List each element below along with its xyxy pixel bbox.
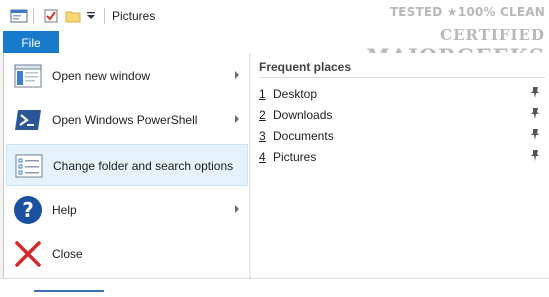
folder-options-icon bbox=[13, 150, 45, 182]
submenu-arrow-icon bbox=[235, 115, 239, 123]
properties-icon[interactable] bbox=[10, 7, 28, 25]
frequent-places-divider bbox=[259, 77, 545, 78]
checkbox-icon[interactable] bbox=[42, 7, 60, 25]
menu-item-close[interactable]: Close bbox=[6, 233, 248, 275]
file-menu-commands: Open new window Open Windows PowerShell bbox=[4, 53, 250, 278]
frequent-place-number: 4 bbox=[259, 150, 266, 164]
powershell-icon bbox=[12, 104, 44, 136]
new-window-icon bbox=[12, 60, 44, 92]
menu-item-change-folder-options[interactable]: Change folder and search options bbox=[6, 144, 248, 186]
frequent-place-number: 1 bbox=[259, 87, 266, 101]
frequent-place-number: 2 bbox=[259, 108, 266, 122]
frequent-place-item[interactable]: 2 Downloads bbox=[259, 105, 543, 125]
menu-item-label: Open new window bbox=[52, 69, 151, 83]
customize-qat-icon[interactable] bbox=[84, 7, 98, 25]
file-tab[interactable]: File bbox=[3, 31, 59, 54]
pin-icon[interactable] bbox=[529, 149, 541, 163]
frequent-places-panel: Frequent places 1 Desktop 2 Downloads 3 … bbox=[251, 53, 549, 278]
title-bar: Pictures bbox=[0, 0, 549, 32]
window-title: Pictures bbox=[112, 9, 156, 23]
frequent-place-name: Documents bbox=[273, 129, 334, 143]
frequent-place-item[interactable]: 3 Documents bbox=[259, 126, 543, 146]
frequent-place-name: Pictures bbox=[273, 150, 317, 164]
menu-item-label: Change folder and search options bbox=[53, 159, 234, 173]
menu-item-open-new-window[interactable]: Open new window bbox=[6, 55, 248, 97]
menu-item-label: Close bbox=[52, 247, 83, 261]
background-list-item bbox=[34, 290, 104, 297]
submenu-arrow-icon bbox=[235, 205, 239, 213]
qat-separator bbox=[33, 8, 34, 24]
close-icon bbox=[12, 238, 44, 270]
menu-item-label: Open Windows PowerShell bbox=[52, 113, 198, 127]
frequent-place-item[interactable]: 4 Pictures bbox=[259, 147, 543, 167]
menu-item-help[interactable]: ? Help bbox=[6, 189, 248, 231]
submenu-arrow-icon bbox=[235, 71, 239, 79]
frequent-place-number: 3 bbox=[259, 129, 266, 143]
frequent-place-item[interactable]: 1 Desktop bbox=[259, 84, 543, 104]
frequent-place-name: Downloads bbox=[273, 108, 333, 122]
svg-text:?: ? bbox=[22, 198, 34, 222]
folder-icon[interactable] bbox=[64, 7, 82, 25]
frequent-place-name: Desktop bbox=[273, 87, 318, 101]
qat-separator bbox=[104, 8, 105, 24]
pin-icon[interactable] bbox=[529, 86, 541, 100]
help-icon: ? bbox=[12, 194, 44, 226]
menu-item-label: Help bbox=[52, 203, 77, 217]
file-menu: Open new window Open Windows PowerShell bbox=[3, 53, 549, 278]
pin-icon[interactable] bbox=[529, 107, 541, 121]
menu-item-open-powershell[interactable]: Open Windows PowerShell bbox=[6, 99, 248, 141]
pin-icon[interactable] bbox=[529, 128, 541, 142]
frequent-places-title: Frequent places bbox=[259, 60, 352, 74]
